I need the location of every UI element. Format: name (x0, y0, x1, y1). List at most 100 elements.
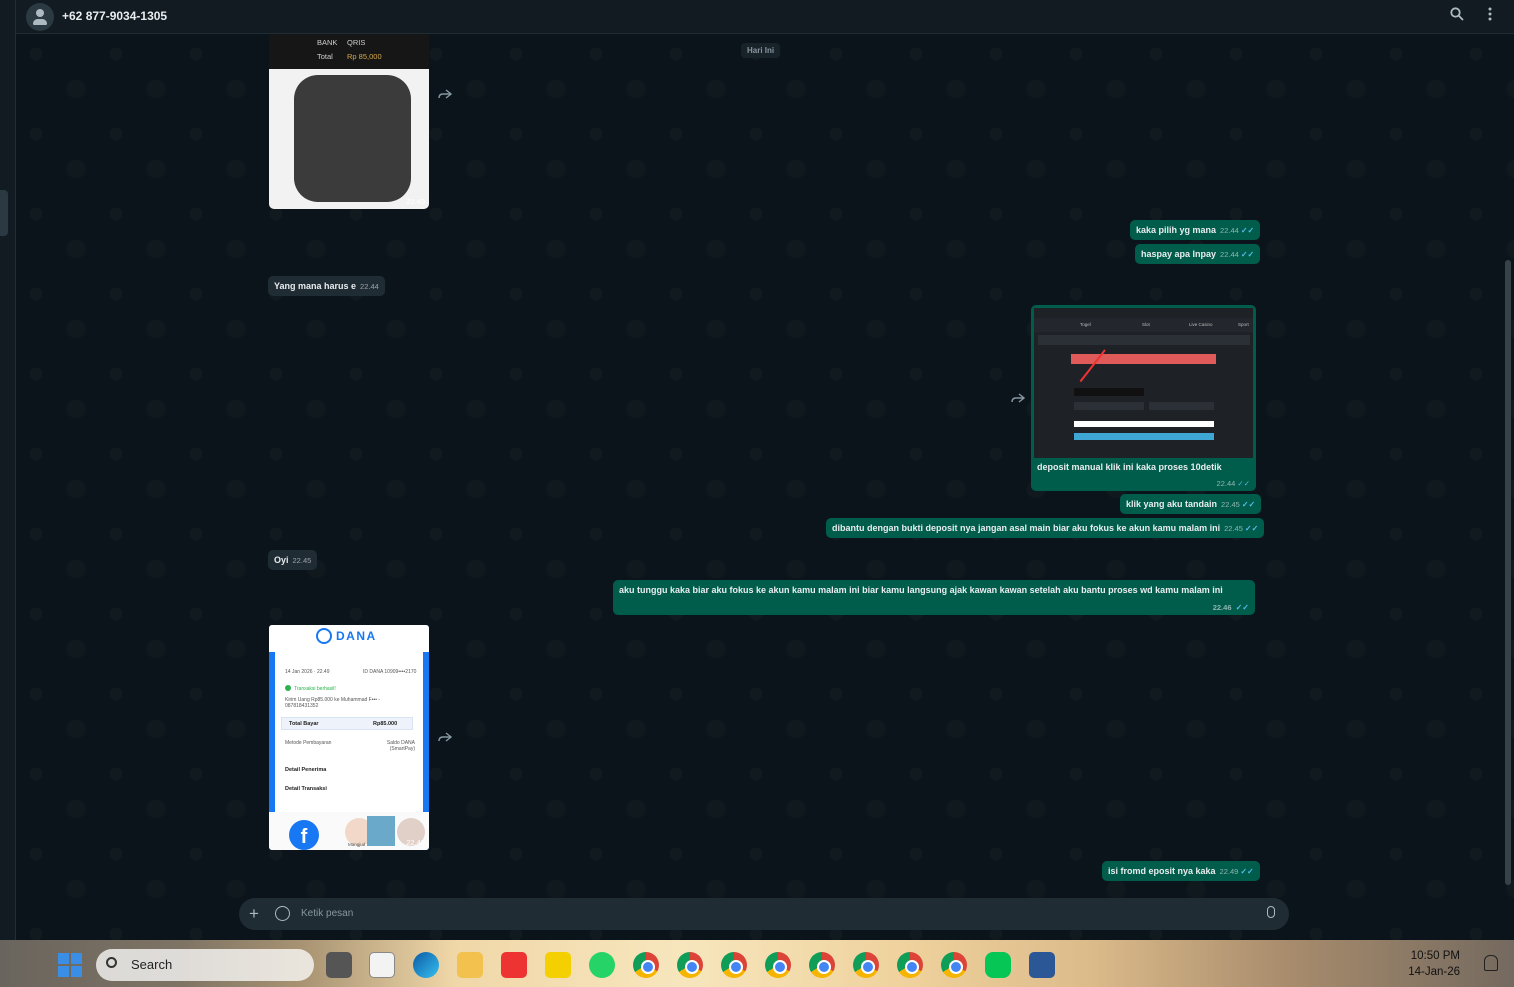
chrome-profile-icon[interactable] (765, 952, 791, 978)
read-ticks-icon: ✓✓ (1240, 226, 1255, 235)
contact-name[interactable]: +62 877-9034-1305 (62, 9, 167, 23)
message-time: 22.43 (406, 197, 425, 206)
dana-method-value: Saldo DANA (SmartPay) (386, 740, 415, 752)
line-app-icon[interactable] (985, 952, 1011, 978)
dana-logo-icon (316, 628, 332, 644)
image-message-dana-receipt[interactable]: DANA 14 Jan 2026 · 22.49 ID DANA 10909••… (269, 625, 429, 850)
chat-area (16, 34, 1514, 940)
chrome-profile-icon[interactable] (941, 952, 967, 978)
message-text: dibantu dengan bukti deposit nya jangan … (832, 523, 1221, 533)
date-chip: Hari Ini (741, 43, 781, 58)
message-bubble-in[interactable]: Yang mana harus e 22.44 (268, 276, 385, 296)
side-strip-handle[interactable] (0, 190, 8, 236)
side-strip (0, 0, 16, 940)
chrome-profile-icon[interactable] (853, 952, 879, 978)
chat-header: +62 877-9034-1305 (16, 0, 1514, 34)
screenshot-menu-live: Live Casino (1189, 322, 1213, 327)
screenshot-image: Togel Slot Live Casino Sport (1034, 308, 1253, 458)
edge-browser-icon[interactable] (413, 952, 439, 978)
dana-date: 14 Jan 2026 · 22.49 (285, 669, 330, 675)
chrome-profile-icon[interactable] (809, 952, 835, 978)
message-text: haspay apa lnpay (1141, 249, 1217, 259)
taskbar-search[interactable]: Search (96, 949, 314, 981)
file-explorer-icon[interactable] (457, 952, 483, 978)
screenshot-menu-togel: Togel (1080, 322, 1091, 327)
message-bubble-out[interactable]: haspay apa lnpay 22.44 ✓✓ (1135, 244, 1261, 264)
message-time: 22.49 (406, 838, 425, 847)
message-time: 22.45 (1221, 500, 1240, 509)
receipt-bank-value: QRIS (347, 38, 366, 47)
clock-time: 10:50 PM (1410, 950, 1460, 962)
message-bubble-out[interactable]: klik yang aku tandain 22.45 ✓✓ (1120, 494, 1262, 514)
dana-description: Kirim Uang Rp85.000 ke Muhammad F••• - 0… (285, 697, 381, 709)
chrome-profile-icon[interactable] (677, 952, 703, 978)
message-composer: + Ketik pesan (239, 898, 1289, 930)
message-text: kaka pilih yg mana (1136, 225, 1217, 235)
app-icon[interactable] (1029, 952, 1055, 978)
message-text: klik yang aku tandain (1126, 499, 1218, 509)
dana-total-value: Rp85.000 (373, 721, 398, 727)
chat-scrollbar[interactable] (1505, 260, 1511, 885)
text-editor-icon[interactable] (369, 952, 395, 978)
message-time: 22.44 (360, 282, 379, 291)
message-bubble-out[interactable]: aku tunggu kaka biar aku fokus ke akun k… (613, 580, 1255, 615)
success-check-icon (285, 685, 291, 691)
message-bubble-out[interactable]: isi fromd eposit nya kaka 22.49 ✓✓ (1102, 861, 1260, 881)
read-ticks-icon: ✓✓ (1240, 250, 1255, 259)
screenshot-menu-sport: Sport (1238, 322, 1249, 327)
microphone-icon[interactable] (1267, 906, 1275, 918)
windows-start-icon[interactable] (58, 953, 82, 977)
image-placeholder (294, 75, 411, 202)
message-text: Yang mana harus e (274, 281, 357, 291)
image-message-receipt[interactable]: BANK QRIS Total Rp 85,000 22.43 (269, 34, 429, 209)
message-bubble-out[interactable]: dibantu dengan bukti deposit nya jangan … (826, 518, 1265, 538)
whatsapp-icon[interactable] (589, 952, 615, 978)
sticky-notes-icon[interactable] (545, 952, 571, 978)
wps-office-icon[interactable] (501, 952, 527, 978)
message-time: 22.44 (1220, 226, 1239, 235)
read-ticks-icon: ✓✓ (1244, 524, 1259, 533)
whatsapp-window: +62 877-9034-1305 Hari Ini BANK QRIS Tot… (0, 0, 1514, 940)
dana-method-label: Metode Pembayaran (285, 740, 332, 746)
search-icon[interactable] (1446, 6, 1468, 28)
message-input[interactable]: Ketik pesan (301, 908, 353, 919)
task-view-icon[interactable] (326, 952, 352, 978)
attach-plus-icon[interactable]: + (249, 904, 259, 924)
read-ticks-icon: ✓✓ (1241, 500, 1256, 509)
chrome-profile-icon[interactable] (721, 952, 747, 978)
photo-thumb (367, 816, 395, 846)
receipt-total-value: Rp 85,000 (347, 52, 382, 61)
search-icon (106, 957, 117, 968)
message-time: 22.44 ✓✓ (1216, 479, 1250, 488)
dana-transaction-label: Detail Transaksi (285, 786, 327, 792)
message-bubble-out[interactable]: kaka pilih yg mana 22.44 ✓✓ (1130, 220, 1261, 240)
message-text: deposit manual klik ini kaka proses 10de… (1037, 462, 1222, 472)
forward-icon[interactable] (438, 732, 454, 744)
notification-bell-icon[interactable] (1484, 955, 1498, 971)
sticker-emoji-icon[interactable] (275, 906, 290, 921)
image-message-screenshot[interactable]: Togel Slot Live Casino Sport deposit man… (1031, 305, 1256, 491)
chrome-profile-icon[interactable] (633, 952, 659, 978)
screenshot-menu-slot: Slot (1142, 322, 1150, 327)
contact-avatar[interactable] (26, 3, 54, 31)
screenshot-field (1149, 402, 1214, 410)
facebook-icon: f (289, 820, 319, 850)
forward-icon[interactable] (1011, 393, 1027, 405)
screenshot-nav: Togel Slot Live Casino Sport (1034, 318, 1253, 332)
forward-icon[interactable] (438, 89, 454, 101)
message-text: isi fromd eposit nya kaka (1108, 866, 1216, 876)
dana-total-label: Total Bayar (289, 721, 319, 727)
message-time: 22.45 (292, 556, 312, 565)
message-text: Oyi (274, 555, 289, 565)
clock-date: 14-Jan-26 (1408, 966, 1460, 978)
more-vertical-icon[interactable] (1479, 6, 1501, 28)
receipt-header: BANK QRIS Total Rp 85,000 (269, 34, 429, 69)
chrome-profile-icon[interactable] (897, 952, 923, 978)
taskbar-search-label: Search (131, 957, 173, 972)
read-ticks-icon: ✓✓ (1237, 479, 1250, 488)
dana-recipient-label: Detail Penerima (285, 767, 327, 773)
message-bubble-in[interactable]: Oyi 22.45 (268, 550, 318, 570)
screenshot-button (1074, 433, 1214, 440)
taskbar-clock[interactable]: 10:50 PM 14-Jan-26 (1408, 948, 1460, 980)
screenshot-tabs (1038, 335, 1250, 345)
